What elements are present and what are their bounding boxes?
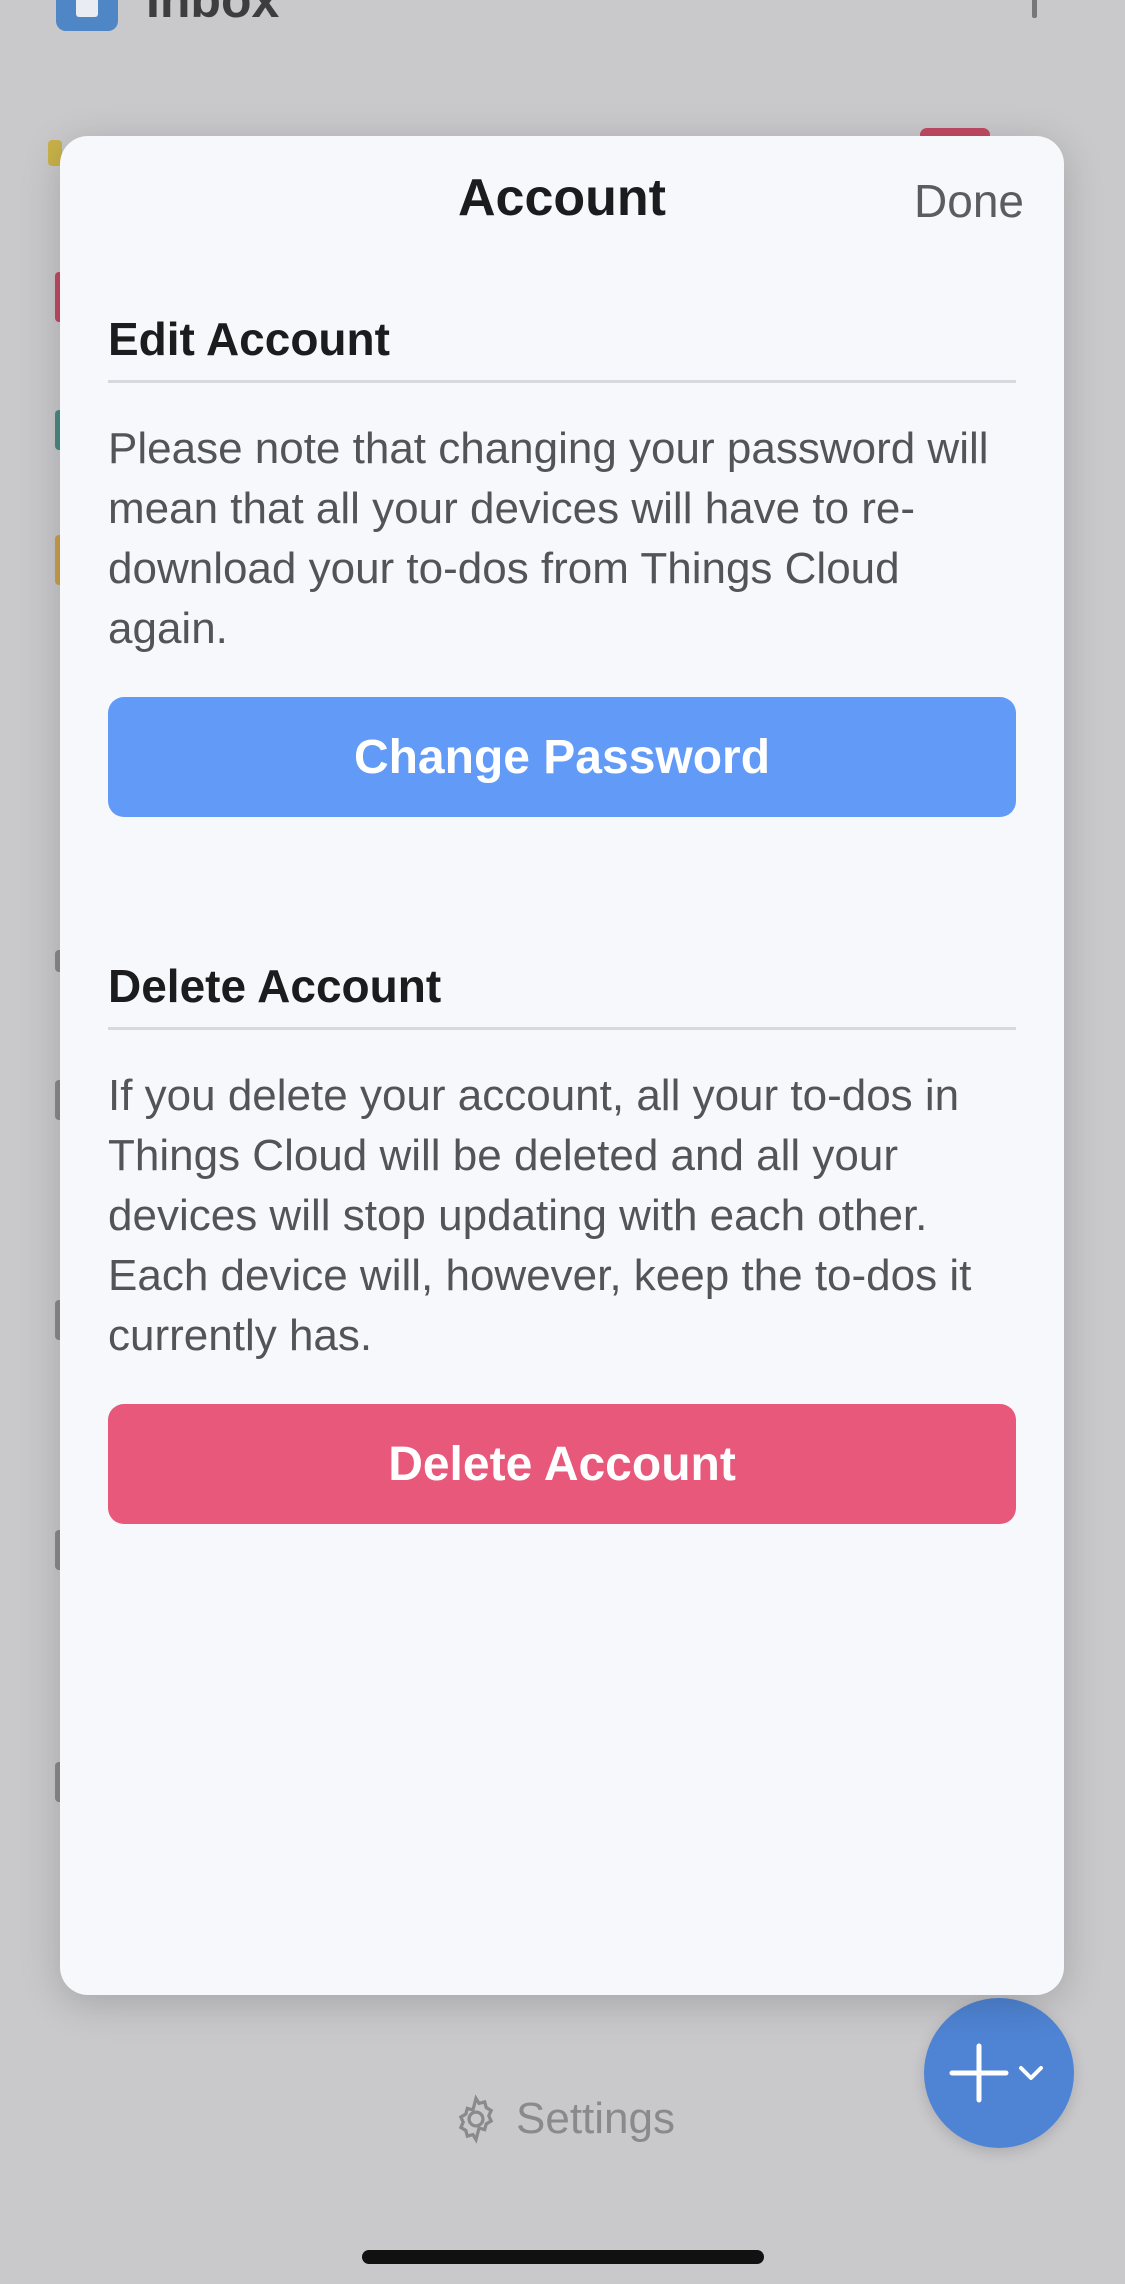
edit-account-section: Edit Account Please note that changing y… bbox=[108, 312, 1016, 817]
delete-account-heading: Delete Account bbox=[108, 959, 1016, 1030]
inbox-list-item[interactable]: Inbox bbox=[56, 0, 280, 31]
sheet-header: Account Done bbox=[60, 136, 1064, 266]
inbox-label: Inbox bbox=[146, 0, 280, 28]
delete-account-button[interactable]: Delete Account bbox=[108, 1404, 1016, 1524]
delete-account-section: Delete Account If you delete your accoun… bbox=[108, 959, 1016, 1524]
delete-account-description: If you delete your account, all your to-… bbox=[108, 1071, 972, 1360]
add-todo-button[interactable] bbox=[924, 1998, 1074, 2148]
gear-icon bbox=[458, 2094, 494, 2144]
home-indicator[interactable] bbox=[362, 2250, 764, 2264]
settings-label: Settings bbox=[516, 2094, 675, 2143]
change-password-button[interactable]: Change Password bbox=[108, 697, 1016, 817]
done-button[interactable]: Done bbox=[914, 174, 1024, 228]
background-divider bbox=[1032, 0, 1037, 18]
inbox-icon bbox=[56, 0, 118, 31]
plus-icon bbox=[949, 2043, 1043, 2103]
edit-account-description: Please note that changing your password … bbox=[108, 424, 989, 653]
edit-account-heading: Edit Account bbox=[108, 312, 1016, 383]
chevron-down-icon bbox=[1019, 2066, 1043, 2080]
account-sheet: Account Done Edit Account Please note th… bbox=[60, 136, 1064, 1995]
